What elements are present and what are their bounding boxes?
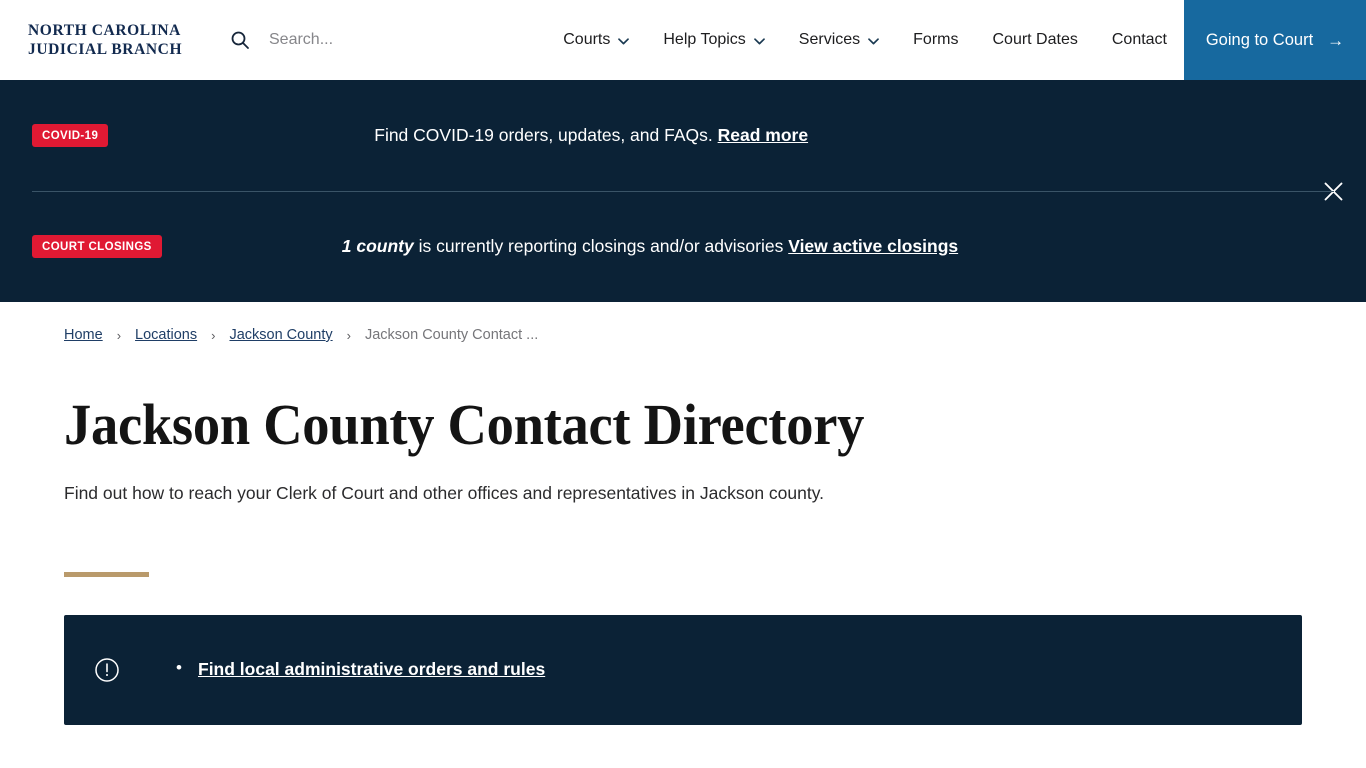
search-icon[interactable]: [225, 25, 255, 55]
nav-item-services[interactable]: Services: [782, 0, 896, 80]
nav-label: Contact: [1111, 31, 1167, 48]
list-item: Find local administrative orders and rul…: [176, 658, 545, 680]
nav-label: Services: [798, 31, 861, 48]
alert-banner: COVID-19 Find COVID-19 orders, updates, …: [0, 80, 1366, 302]
page-description: Find out how to reach your Clerk of Cour…: [64, 482, 825, 503]
chevron-down-icon: [753, 37, 765, 45]
nav-label: Help Topics: [663, 31, 746, 48]
cta-label: Going to Court: [1205, 30, 1314, 49]
breadcrumb-separator: ›: [211, 327, 216, 343]
alert-text-closings: is currently reporting closings and/or a…: [418, 236, 784, 256]
nav-item-courts[interactable]: Courts: [546, 0, 646, 80]
nav-item-contact[interactable]: Contact: [1095, 0, 1184, 80]
page-title: Jackson County Contact Directory: [64, 392, 865, 457]
logo-line-1: NORTH CAROLINA: [28, 22, 181, 39]
status-badge-covid: COVID-19: [32, 124, 109, 147]
nav-item-help-topics[interactable]: Help Topics: [646, 0, 781, 80]
going-to-court-button[interactable]: Going to Court →: [1184, 0, 1366, 80]
main-content: Home › Locations › Jackson County › Jack…: [0, 302, 1366, 725]
breadcrumb-item-locations[interactable]: Locations: [135, 327, 197, 343]
nav-label: Forms: [913, 31, 959, 48]
chevron-down-icon: [618, 37, 630, 45]
alert-message-covid: Find COVID-19 orders, updates, and FAQs.…: [374, 125, 808, 146]
callout-box: Find local administrative orders and rul…: [64, 614, 1302, 725]
site-logo[interactable]: NORTH CAROLINA JUDICIAL BRANCH: [0, 0, 215, 80]
breadcrumb-separator: ›: [116, 327, 122, 343]
alert-text-covid: Find COVID-19 orders, updates, and FAQs.: [374, 125, 713, 145]
closing-count: 1 county: [341, 236, 414, 256]
chevron-down-icon: [868, 37, 880, 45]
alert-row-court-closings: COURT CLOSINGS 1 county is currently rep…: [0, 191, 1366, 302]
read-more-link[interactable]: Read more: [718, 125, 808, 145]
view-active-closings-link[interactable]: View active closings: [788, 236, 958, 256]
callout-link-list: Find local administrative orders and rul…: [176, 658, 545, 680]
site-header: NORTH CAROLINA JUDICIAL BRANCH Courts He…: [0, 0, 1366, 80]
accent-divider: [64, 571, 149, 577]
breadcrumb-separator: ›: [346, 327, 351, 343]
alert-circle-icon: [92, 655, 122, 685]
nav-label: Courts: [563, 31, 611, 48]
main-navigation: Courts Help Topics Services Forms Court …: [465, 0, 1184, 80]
status-badge-court-closings: COURT CLOSINGS: [32, 235, 162, 258]
logo-line-2: JUDICIAL BRANCH: [28, 41, 183, 58]
search-area: [215, 0, 465, 80]
arrow-right-icon: →: [1327, 30, 1345, 50]
nav-label: Court Dates: [992, 31, 1078, 48]
nav-item-forms[interactable]: Forms: [896, 0, 975, 80]
local-administrative-orders-link[interactable]: Find local administrative orders and rul…: [198, 659, 545, 679]
breadcrumb-item-jackson-county[interactable]: Jackson County: [229, 327, 332, 343]
search-input[interactable]: [269, 31, 449, 49]
breadcrumb: Home › Locations › Jackson County › Jack…: [64, 302, 1366, 343]
alert-row-covid: COVID-19 Find COVID-19 orders, updates, …: [0, 80, 1366, 191]
breadcrumb-item-home[interactable]: Home: [64, 327, 103, 343]
breadcrumb-item-current: Jackson County Contact ...: [364, 327, 539, 343]
nav-item-court-dates[interactable]: Court Dates: [975, 0, 1094, 80]
alert-message-closings: 1 county is currently reporting closings…: [342, 236, 958, 257]
